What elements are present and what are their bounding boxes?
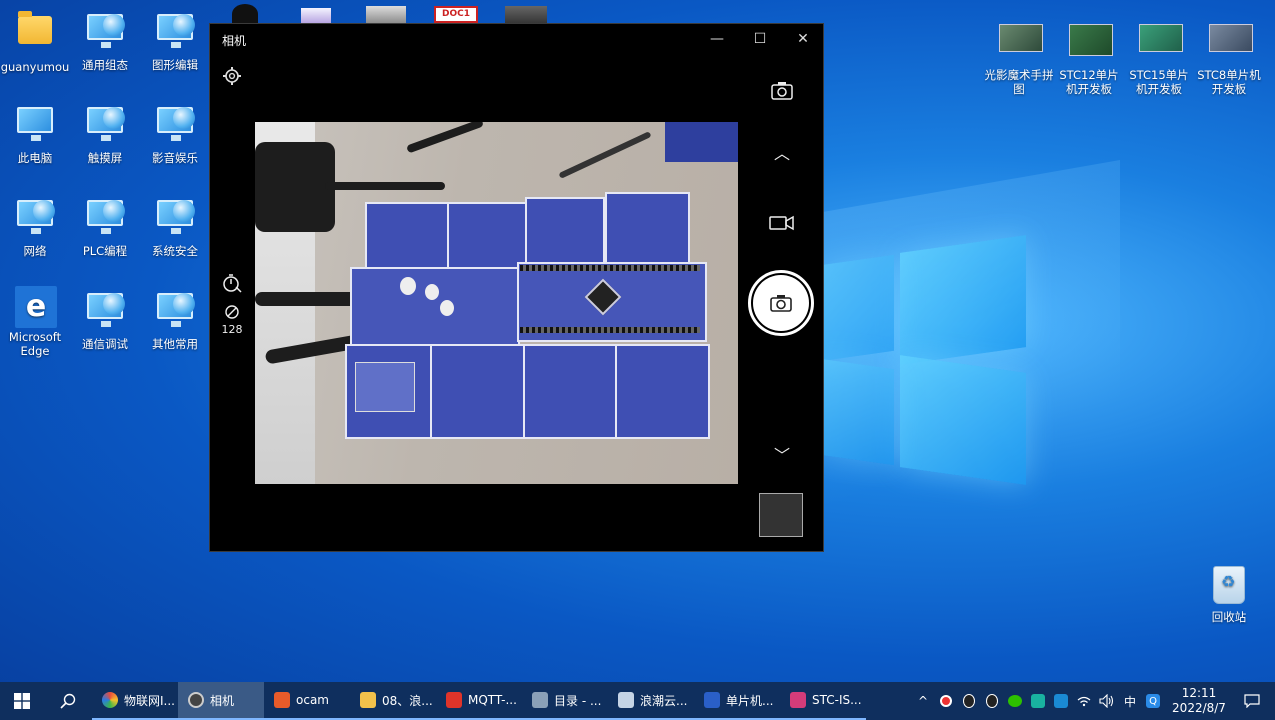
photo-thumbnail-icon: [1139, 24, 1183, 52]
desktop-icon-plc[interactable]: PLC编程: [70, 196, 140, 258]
clock-date: 2022/8/7: [1172, 701, 1226, 715]
taskbar-app-stc-isp[interactable]: STC-IS...: [780, 682, 866, 720]
qq-penguin-icon-2[interactable]: [984, 693, 1000, 709]
desktop-icon-partial-3[interactable]: [366, 6, 406, 24]
desktop-icon-partial-2[interactable]: [301, 8, 331, 24]
stc-isp-icon: [790, 692, 806, 708]
last-capture-thumbnail[interactable]: [759, 493, 803, 537]
qq-tray-icon[interactable]: Q: [1145, 693, 1161, 709]
taskbar-app-catalog[interactable]: 目录 - ...: [522, 682, 608, 720]
clock-time: 12:11: [1181, 686, 1217, 700]
taskbar-app-iot-browser[interactable]: 物联网I...: [92, 682, 178, 720]
photo-thumbnail-icon: [1069, 24, 1113, 56]
taskbar-app-folder[interactable]: 08、浪...: [350, 682, 436, 720]
scroll-up-button[interactable]: ︿: [770, 140, 794, 164]
desktop-icon-doc1[interactable]: DOC1: [434, 6, 478, 23]
settings-button[interactable]: [222, 66, 242, 86]
browser-icon: [102, 692, 118, 708]
camera-app-icon: [188, 692, 204, 708]
wechat-icon[interactable]: [1007, 693, 1023, 709]
maximize-button[interactable]: ☐: [740, 26, 780, 52]
window-title: 相机: [222, 34, 247, 48]
desktop-icon-stc12[interactable]: STC12单片机开发板: [1054, 18, 1124, 96]
this-pc-icon: [17, 107, 53, 141]
desktop-icon-recycle-bin[interactable]: 回收站: [1194, 566, 1264, 624]
desktop-icon-network[interactable]: 网络: [0, 196, 70, 258]
sync-icon[interactable]: [1030, 693, 1046, 709]
search-button[interactable]: [44, 682, 92, 720]
gear-icon: [223, 67, 241, 85]
desktop-icon-touchscreen[interactable]: 触摸屏: [70, 103, 140, 165]
desktop-icon-tuxing[interactable]: 图形编辑: [140, 10, 210, 72]
start-button[interactable]: [0, 682, 44, 720]
scroll-down-button[interactable]: ﹀: [770, 442, 794, 466]
desktop-icon-media[interactable]: 影音娱乐: [140, 103, 210, 165]
desktop-icon-this-pc[interactable]: 此电脑: [0, 103, 70, 165]
desktop-icon-tongyong[interactable]: 通用组态: [70, 10, 140, 72]
shutter-button[interactable]: [748, 270, 814, 336]
brightness-value: 128: [221, 323, 243, 336]
recycle-bin-icon: [1213, 566, 1245, 604]
minimize-button[interactable]: —: [697, 26, 737, 52]
desktop-icon-photo-collage[interactable]: 光影魔术手拼图: [984, 18, 1054, 96]
taskbar-app-mqtt-pdf[interactable]: MQTT-...: [436, 682, 522, 720]
input-method-indicator[interactable]: 中: [1122, 693, 1138, 709]
taskbar-app-ocam[interactable]: ocam: [264, 682, 350, 720]
taskbar-app-mcu-word[interactable]: 单片机...: [694, 682, 780, 720]
edge-icon: e: [15, 286, 57, 328]
switch-camera-button[interactable]: [769, 78, 795, 104]
desktop-icon-other[interactable]: 其他常用: [140, 289, 210, 351]
notifications-button[interactable]: [1237, 693, 1267, 709]
tray-overflow-button[interactable]: ^: [915, 693, 931, 709]
timer-button[interactable]: [220, 272, 244, 297]
desktop-icon-edge[interactable]: e Microsoft Edge: [0, 286, 70, 358]
windows-logo: [820, 230, 1030, 485]
close-button[interactable]: ✕: [783, 26, 823, 52]
video-mode-button[interactable]: [769, 214, 795, 232]
camera-preview[interactable]: [255, 122, 738, 484]
taskbar-app-inspur-cloud[interactable]: 浪潮云...: [608, 682, 694, 720]
folder-icon: [360, 692, 376, 708]
desktop-icon-stc15[interactable]: STC15单片机开发板: [1124, 18, 1194, 96]
brightness-icon: [225, 305, 239, 319]
qq-penguin-icon[interactable]: [961, 693, 977, 709]
record-icon[interactable]: [938, 693, 954, 709]
desktop-icon-user[interactable]: guanyumou: [0, 10, 70, 74]
photo-thumbnail-icon: [999, 24, 1043, 52]
taskbar-app-camera[interactable]: 相机: [178, 682, 264, 720]
taskbar: 物联网I... 相机 ocam 08、浪... MQTT-... 目录 - ..…: [0, 682, 1275, 720]
desktop-icon-security[interactable]: 系统安全: [140, 196, 210, 258]
brightness-control[interactable]: 128: [219, 304, 245, 336]
ocam-icon: [274, 692, 290, 708]
word-icon: [704, 692, 720, 708]
pdf-icon: [446, 692, 462, 708]
photo-thumbnail-icon: [1209, 24, 1253, 52]
document-icon: [618, 692, 634, 708]
desktop-icon-partial-1[interactable]: [232, 4, 258, 24]
desktop-icon-comm-debug[interactable]: 通信调试: [70, 289, 140, 351]
wifi-icon[interactable]: [1076, 693, 1092, 709]
user-folder-icon: [18, 11, 52, 44]
notification-icon: [1244, 694, 1260, 708]
desktop-icon-partial-5[interactable]: [505, 6, 547, 24]
camera-icon: [770, 295, 792, 312]
app-tray-icon[interactable]: [1053, 693, 1069, 709]
camera-window[interactable]: 相机 — ☐ ✕ 128 ︿ ﹀: [209, 23, 824, 552]
notebook-icon: [532, 692, 548, 708]
desktop-icon-stc8[interactable]: STC8单片机开发板: [1194, 18, 1264, 96]
timer-icon: [223, 274, 242, 293]
video-camera-icon: [769, 215, 794, 231]
switch-camera-icon: [771, 82, 793, 100]
volume-icon[interactable]: [1099, 693, 1115, 709]
search-icon: [60, 693, 76, 709]
system-tray: ^ 中 Q 12:11 2022/8/7: [915, 682, 1275, 720]
clock[interactable]: 12:11 2022/8/7: [1168, 686, 1230, 716]
windows-start-icon: [14, 693, 30, 709]
